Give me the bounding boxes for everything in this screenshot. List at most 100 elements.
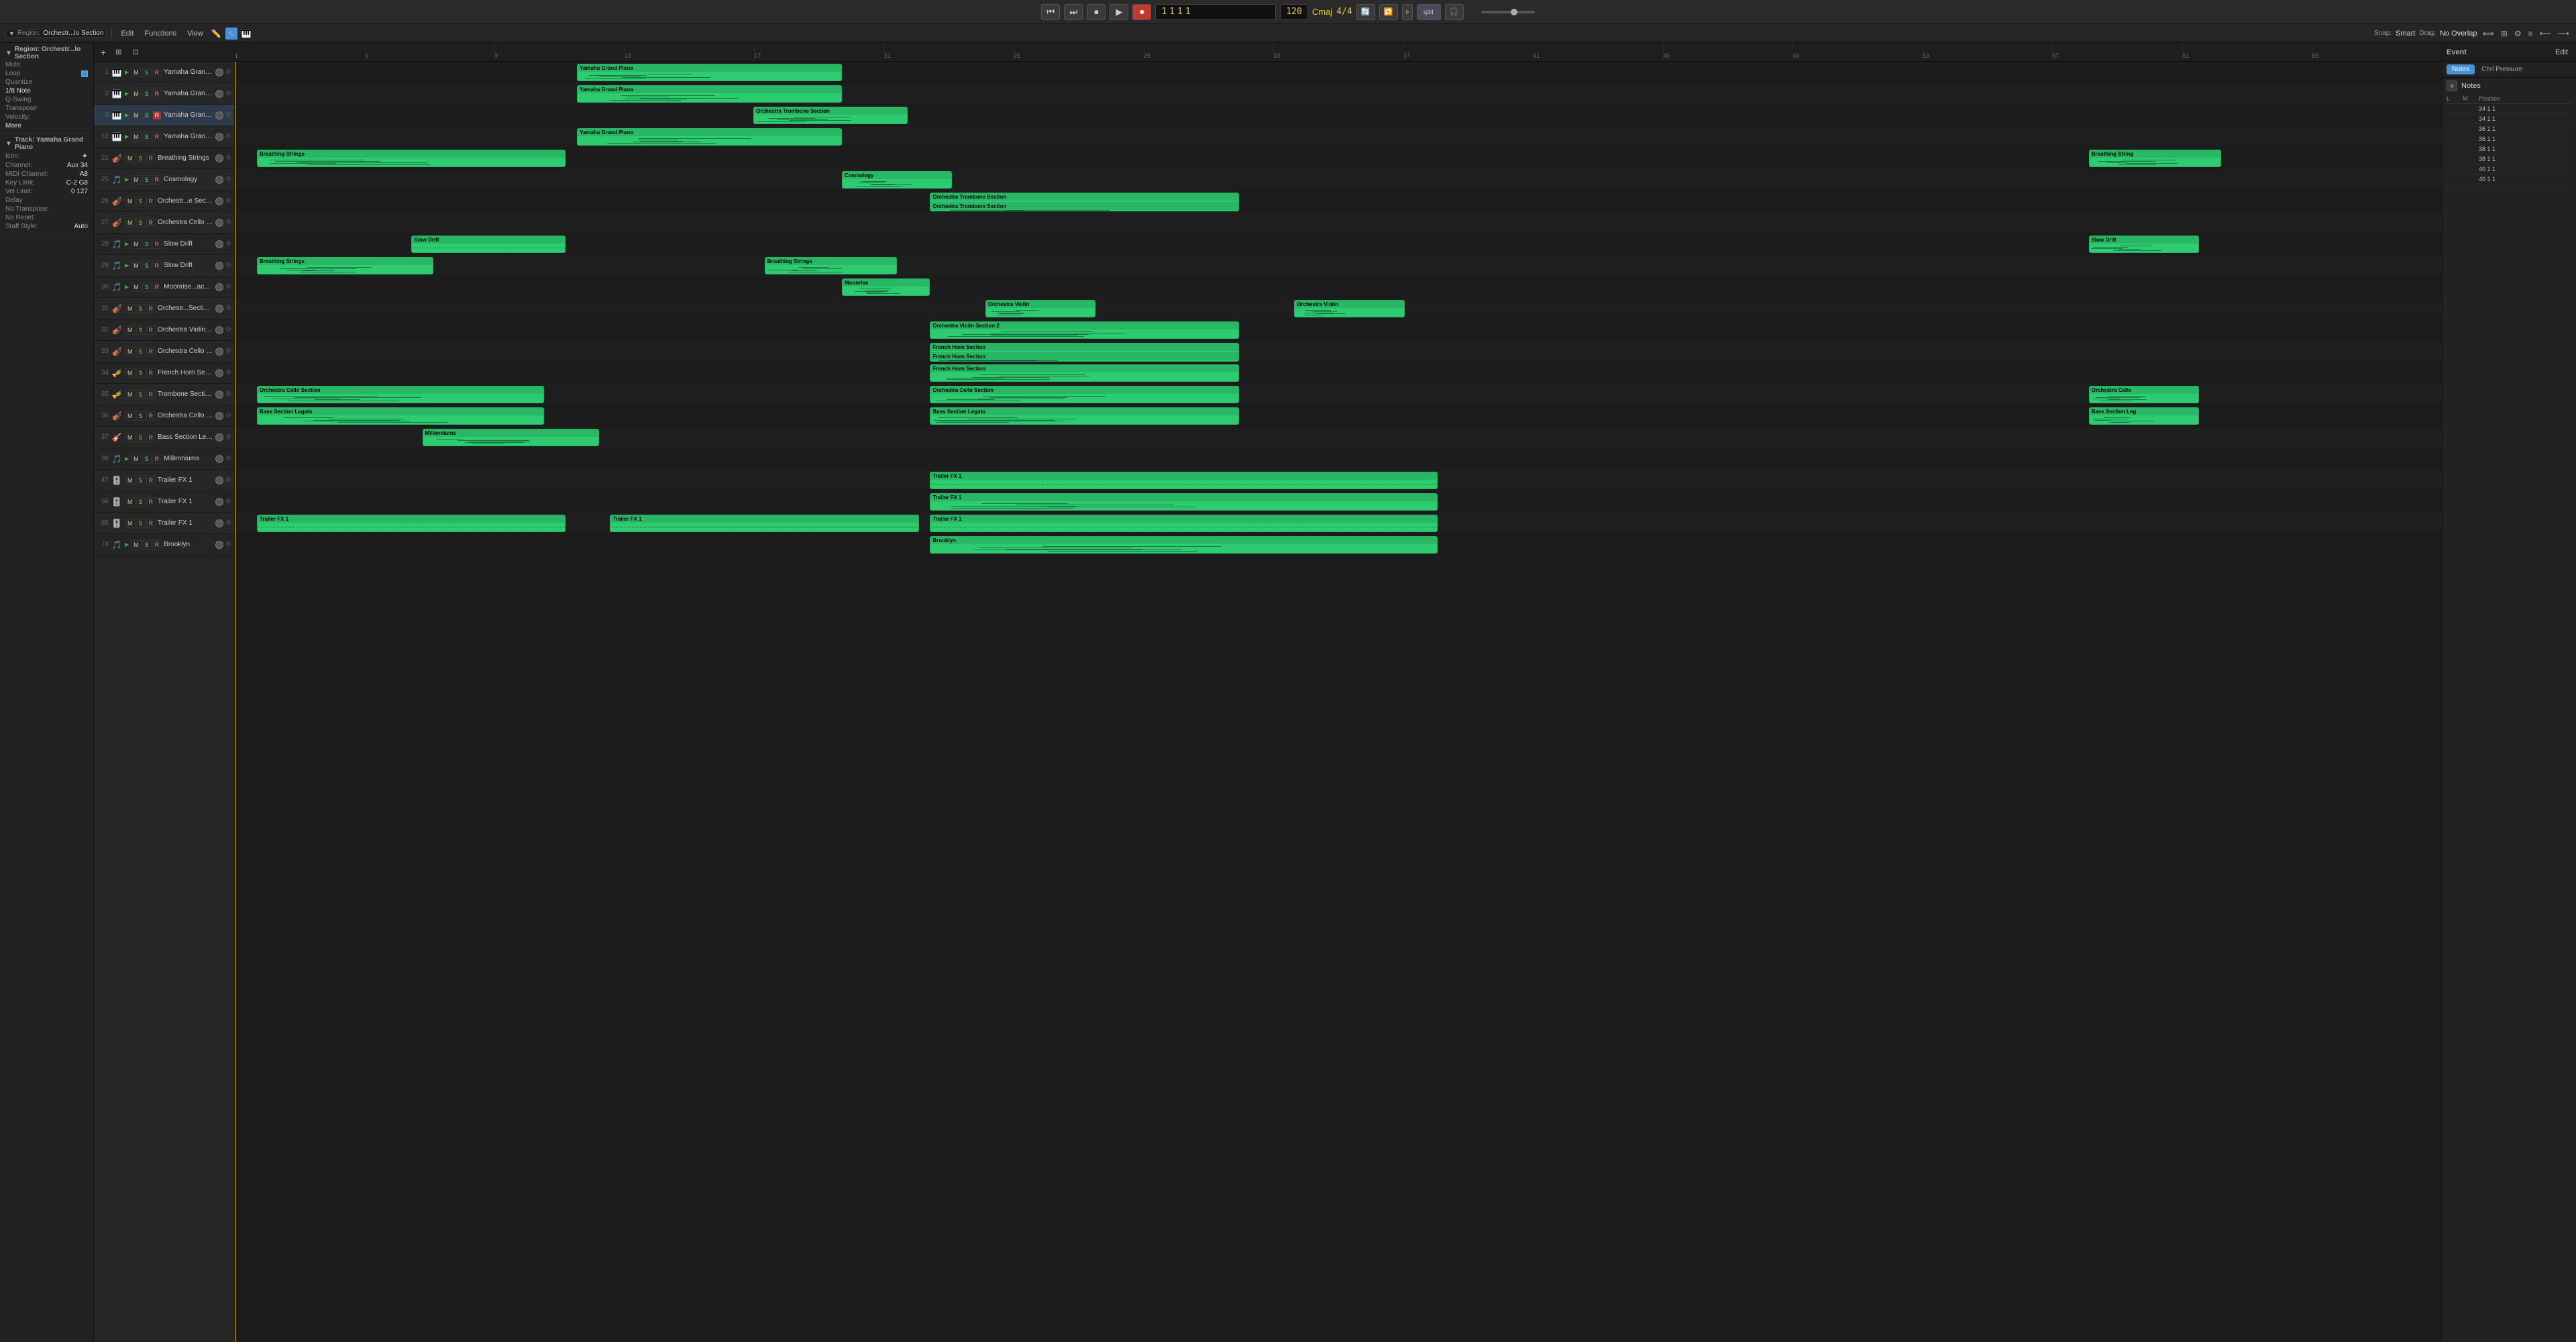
solo-button[interactable]: S [136,154,146,163]
right-edit-button[interactable]: Edit [2551,47,2572,58]
mute-button[interactable]: M [125,390,136,399]
mute-button[interactable]: M [125,411,136,421]
mute-button[interactable]: M [131,175,142,185]
solo-button[interactable]: S [142,261,152,270]
record-button[interactable]: R [152,175,162,185]
track-play-icon[interactable]: ▶ [125,69,129,75]
track-row[interactable]: 31 🎻 M S R Orchestr...Section 2 ⚙ [94,298,234,319]
track-volume-knob[interactable] [215,519,223,527]
midi-region[interactable]: Yamaha Grand Piano [577,128,842,146]
track-play-icon[interactable]: ▶ [125,456,129,462]
track-volume-knob[interactable] [215,455,223,463]
track-row[interactable]: 29 🎵 ▶ M S R Slow Drift ⚙ [94,255,234,276]
record-button[interactable]: R [152,282,162,292]
mute-button[interactable]: M [131,540,142,550]
mute-button[interactable]: M [131,89,142,99]
track-play-icon[interactable]: ▶ [125,112,129,118]
solo-button[interactable]: S [142,89,152,99]
piano-icon[interactable]: 🎹 [240,28,253,40]
notes-row[interactable]: 40 1 1 [2447,174,2572,185]
notes-row[interactable]: 36 1 1 [2447,124,2572,134]
solo-button[interactable]: S [136,390,146,399]
track-volume-knob[interactable] [215,133,223,141]
track-play-icon[interactable]: ▶ [125,176,129,183]
inspector-region-header[interactable]: ▼ Region: Orchestr...lo Section [5,46,88,60]
mute-button[interactable]: M [131,111,142,120]
solo-button[interactable]: S [142,175,152,185]
headphone-button[interactable]: 🎧 [1445,4,1464,20]
track-volume-knob[interactable] [215,476,223,484]
midi-region[interactable]: Orchestra Trombone Section [753,107,908,124]
record-button[interactable]: R [146,390,156,399]
track-content-row[interactable] [235,255,2442,276]
zoom-out-icon[interactable]: ⟵ [2538,28,2553,40]
record-button[interactable]: R [146,325,156,335]
record-button[interactable]: R [146,519,156,528]
notes-row[interactable]: 40 1 1 [2447,164,2572,174]
track-row[interactable]: 30 🎵 ▶ M S R Moonrise...ace Walk ⚙ [94,276,234,298]
midi-region[interactable]: Orchestra Violin [985,300,1096,317]
notes-tab[interactable]: Notes [2447,64,2475,74]
track-row[interactable]: 74 🎵 ▶ M S R Brooklyn ⚙ [94,534,234,556]
notes-row[interactable]: 34 1 1 [2447,114,2572,124]
track-row[interactable]: 2 🎹 ▶ M S R Yamaha Grand Piano ⚙ [94,83,234,105]
midi-region[interactable]: French Horn Section [930,364,1239,382]
midi-region[interactable]: Moonrise [842,278,930,296]
track-volume-knob[interactable] [215,68,223,76]
mute-button[interactable]: M [131,68,142,77]
record-button[interactable]: R [152,540,162,550]
mute-button[interactable]: M [131,240,142,249]
midi-region[interactable]: Trailer FX 1 [930,493,1438,511]
track-row[interactable]: 26 🎻 M S R Orchestr...e Section ⚙ [94,191,234,212]
midi-region[interactable]: Trailer FX 1 [930,472,1438,489]
record-track-button[interactable]: ⊡ [128,46,142,58]
midi-region[interactable]: Breathing Strings [765,257,897,274]
mute-button[interactable]: M [131,261,142,270]
track-content-row[interactable] [235,62,2442,83]
track-volume-knob[interactable] [215,111,223,119]
track-volume-knob[interactable] [215,154,223,162]
solo-button[interactable]: S [136,476,146,485]
configure-tracks-button[interactable]: ⊞ [111,46,125,58]
track-content-row[interactable] [235,191,2442,212]
mute-button[interactable]: M [131,132,142,142]
track-volume-knob[interactable] [215,240,223,248]
staff-style-value[interactable]: Auto [74,223,88,230]
track-content-row[interactable] [235,83,2442,105]
track-row[interactable]: 27 🎻 M S R Orchestra Cello Section ⚙ [94,212,234,234]
settings-icon[interactable]: ⚙ [2513,28,2523,40]
solo-button[interactable]: S [136,197,146,206]
solo-button[interactable]: S [136,347,146,356]
track-volume-knob[interactable] [215,433,223,442]
midi-region[interactable]: Breathing String [2089,150,2221,167]
record-button[interactable]: R [152,240,162,249]
track-volume-knob[interactable] [215,219,223,227]
mute-button[interactable]: M [125,154,136,163]
midi-region[interactable]: Slow Drift [411,236,566,253]
track-row[interactable]: 21 🎻 M S R Breathing Strings ⚙ [94,148,234,169]
record-button[interactable]: R [152,454,162,464]
mute-button[interactable]: M [131,282,142,292]
track-row[interactable]: 65 🎚️ M S R Trailer FX 1 ⚙ [94,513,234,534]
record-button[interactable]: R [146,197,156,206]
record-button[interactable]: ⏺ [1132,4,1151,20]
record-button[interactable]: R [152,132,162,142]
track-content-row[interactable] [235,448,2442,470]
track-content-row[interactable] [235,169,2442,191]
midi-region[interactable]: Bass Section Legato [257,407,544,425]
midi-region[interactable]: Cosmology [842,171,953,189]
midi-region[interactable]: Orchestra Violin [1294,300,1405,317]
solo-button[interactable]: S [142,111,152,120]
track-play-icon[interactable]: ▶ [125,284,129,290]
record-button[interactable]: R [146,347,156,356]
midi-region[interactable]: Yamaha Grand Piano [577,64,842,81]
notes-row[interactable]: 36 1 1 [2447,134,2572,144]
midi-region[interactable]: Trailer FX 1 [610,515,919,532]
midi-region[interactable]: Bass Section Leg [2089,407,2200,425]
mute-button[interactable]: M [125,325,136,335]
solo-button[interactable]: S [136,368,146,378]
volume-thumb[interactable] [1511,9,1517,15]
record-button[interactable]: R [146,433,156,442]
mute-button[interactable]: M [125,519,136,528]
track-volume-knob[interactable] [215,262,223,270]
